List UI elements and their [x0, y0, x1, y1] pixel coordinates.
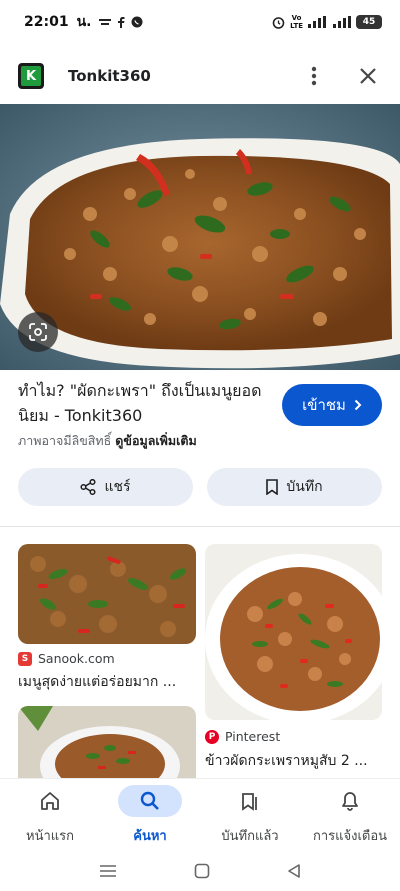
- status-ampm: น.: [76, 14, 92, 30]
- home-button-icon[interactable]: [194, 863, 210, 879]
- sanook-icon: S: [18, 651, 32, 666]
- status-right: Vo LTE 45: [272, 14, 382, 30]
- recent-apps-icon[interactable]: [99, 864, 117, 878]
- save-button[interactable]: บันทึก: [207, 468, 382, 506]
- nav-search-icon-wrap: [118, 785, 182, 817]
- bookmarks-icon: [242, 793, 257, 811]
- bell-icon: [342, 792, 358, 811]
- visit-button[interactable]: เข้าชม: [282, 384, 382, 426]
- nav-search[interactable]: ค้นหา: [100, 779, 200, 850]
- chevron-right-icon: [354, 399, 362, 411]
- signal-icon: [333, 16, 351, 28]
- volte-label: Vo LTE: [290, 14, 303, 30]
- copyright-notice: ภาพอาจมีลิขสิทธิ์ ดูข้อมูลเพิ่มเติม: [18, 431, 197, 451]
- nav-home-icon-wrap: [18, 785, 82, 817]
- hero-image[interactable]: [0, 104, 400, 370]
- visit-button-label: เข้าชม: [302, 396, 346, 414]
- nav-notifications-icon-wrap: [318, 785, 382, 817]
- share-button[interactable]: แชร์: [18, 468, 193, 506]
- header-actions: [300, 62, 382, 90]
- close-icon[interactable]: [354, 62, 382, 90]
- related-caption-2[interactable]: ข้าวผัดกระเพราหมูสับ 2 ...: [205, 750, 382, 772]
- google-lens-button[interactable]: [18, 312, 58, 352]
- signal-5g-icon: [308, 16, 326, 28]
- bottom-nav: หน้าแรก ค้นหา บันทึกแล้ว การแจ้งเตือน: [0, 778, 400, 850]
- status-time: 22:01: [24, 14, 69, 30]
- related-image-1[interactable]: [18, 544, 196, 644]
- pinterest-icon: P: [205, 729, 219, 744]
- bookmark-icon: [266, 479, 279, 495]
- notification-icons: [99, 16, 143, 28]
- copyright-text: ภาพอาจมีลิขสิทธิ์: [18, 433, 112, 448]
- alarm-icon: [272, 16, 285, 29]
- site-name[interactable]: Tonkit360: [68, 67, 151, 85]
- nav-saved-icon-wrap: [218, 785, 282, 817]
- battery-icon: 45: [356, 15, 382, 29]
- facebook-notification-icon: [118, 17, 125, 28]
- nav-saved[interactable]: บันทึกแล้ว: [200, 779, 300, 850]
- app-notification-icon: [99, 19, 112, 25]
- nav-notifications[interactable]: การแจ้งเตือน: [300, 779, 400, 850]
- nav-notifications-label: การแจ้งเตือน: [312, 829, 388, 844]
- whatsapp-notification-icon: [131, 16, 143, 28]
- share-label: แชร์: [104, 479, 131, 495]
- related-source-2-label: Pinterest: [225, 729, 281, 744]
- related-source-1-label: Sanook.com: [38, 651, 115, 666]
- save-label: บันทึก: [286, 479, 323, 495]
- more-options-icon[interactable]: [300, 62, 328, 90]
- home-icon: [41, 792, 59, 810]
- related-source-2[interactable]: P Pinterest: [205, 729, 280, 744]
- volte-top: Vo: [291, 14, 302, 22]
- related-image-2[interactable]: [205, 544, 382, 720]
- nav-saved-label: บันทึกแล้ว: [221, 829, 279, 844]
- related-caption-1[interactable]: เมนูสุดง่ายแต่อร่อยมาก ...: [18, 671, 196, 693]
- system-nav-bar: [0, 850, 400, 891]
- nav-home-label: หน้าแรก: [26, 829, 74, 844]
- status-bar: 22:01 น. Vo LTE 45: [0, 0, 400, 44]
- related-source-1[interactable]: S Sanook.com: [18, 651, 115, 666]
- status-left: 22:01 น.: [24, 11, 143, 33]
- action-row: แชร์ บันทึก: [18, 468, 382, 506]
- result-title[interactable]: ทำไม? "ผัดกะเพรา" ถึงเป็นเมนูยอดนิยม - T…: [18, 378, 268, 428]
- learn-more-link[interactable]: ดูข้อมูลเพิ่มเติม: [115, 433, 196, 448]
- back-icon[interactable]: [287, 863, 301, 879]
- lens-icon: [29, 323, 47, 341]
- food-photo: [0, 104, 400, 370]
- search-icon: [140, 791, 159, 810]
- site-logo-letter: K: [21, 66, 41, 86]
- volte-bottom: LTE: [290, 22, 303, 30]
- related-image-3[interactable]: [18, 706, 196, 778]
- nav-home[interactable]: หน้าแรก: [0, 779, 100, 850]
- nav-search-label: ค้นหา: [133, 829, 167, 844]
- site-logo[interactable]: K: [18, 63, 44, 89]
- result-title-row: ทำไม? "ผัดกะเพรา" ถึงเป็นเมนูยอดนิยม - T…: [18, 378, 382, 428]
- section-divider: [0, 526, 400, 527]
- share-icon: [80, 479, 97, 495]
- source-header: K Tonkit360: [0, 54, 400, 98]
